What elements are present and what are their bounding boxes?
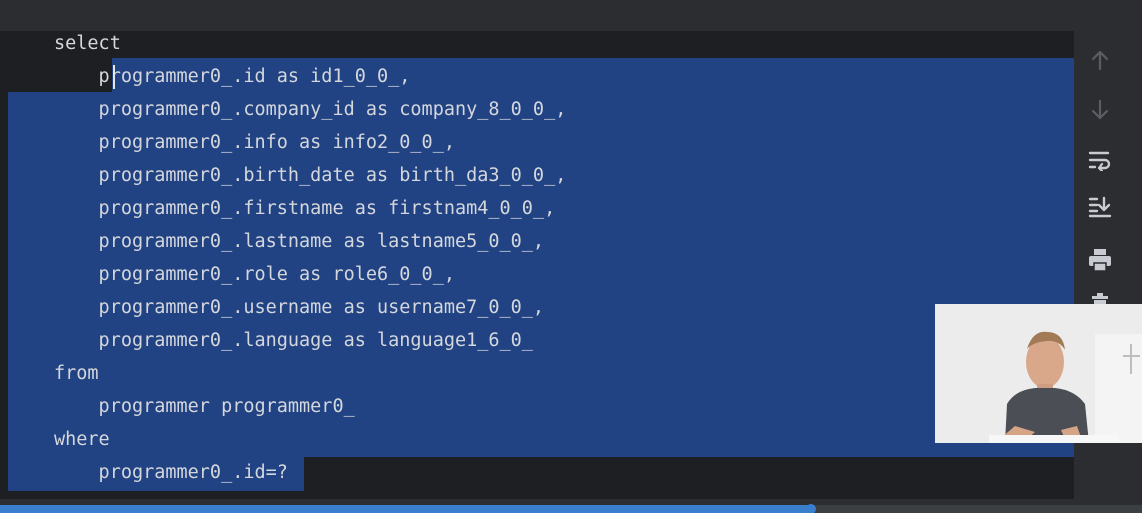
code-line-role[interactable]: programmer0_.role as role6_0_0_, xyxy=(54,258,455,291)
code-line-id[interactable]: programmer0_.id as id1_0_0_, xyxy=(54,60,411,93)
arrow-up-icon[interactable] xyxy=(1084,46,1116,74)
video-progress-knob[interactable] xyxy=(805,504,816,513)
code-line-condition[interactable]: programmer0_.id=? xyxy=(54,456,288,489)
soft-wrap-icon[interactable] xyxy=(1084,146,1116,174)
console-output[interactable]: select programmer0_.id as id1_0_0_, prog… xyxy=(0,31,1074,499)
code-line-where[interactable]: where xyxy=(54,423,110,456)
webcam-overlay xyxy=(935,304,1142,443)
code-line-info[interactable]: programmer0_.info as info2_0_0_, xyxy=(54,126,455,159)
print-icon[interactable] xyxy=(1084,246,1116,274)
code-line-select[interactable]: select xyxy=(54,31,121,60)
code-line-from[interactable]: from xyxy=(54,357,99,390)
text-caret xyxy=(113,65,115,89)
arrow-down-icon[interactable] xyxy=(1084,96,1116,124)
code-line-language[interactable]: programmer0_.language as language1_6_0_ xyxy=(54,324,533,357)
video-progress-bar[interactable] xyxy=(0,504,1142,513)
code-line-company-id[interactable]: programmer0_.company_id as company_8_0_0… xyxy=(54,93,567,126)
screen: select programmer0_.id as id1_0_0_, prog… xyxy=(0,0,1142,513)
video-progress-fill xyxy=(0,505,811,513)
top-bar xyxy=(0,0,1142,31)
code-line-lastname[interactable]: programmer0_.lastname as lastname5_0_0_, xyxy=(54,225,545,258)
scroll-to-end-icon[interactable] xyxy=(1084,193,1116,221)
code-line-firstname[interactable]: programmer0_.firstname as firstnam4_0_0_… xyxy=(54,192,556,225)
code-line-username[interactable]: programmer0_.username as username7_0_0_, xyxy=(54,291,545,324)
code-line-table[interactable]: programmer programmer0_ xyxy=(54,390,355,423)
code-line-birth-date[interactable]: programmer0_.birth_date as birth_da3_0_0… xyxy=(54,159,567,192)
trash-icon[interactable] xyxy=(1084,290,1116,304)
